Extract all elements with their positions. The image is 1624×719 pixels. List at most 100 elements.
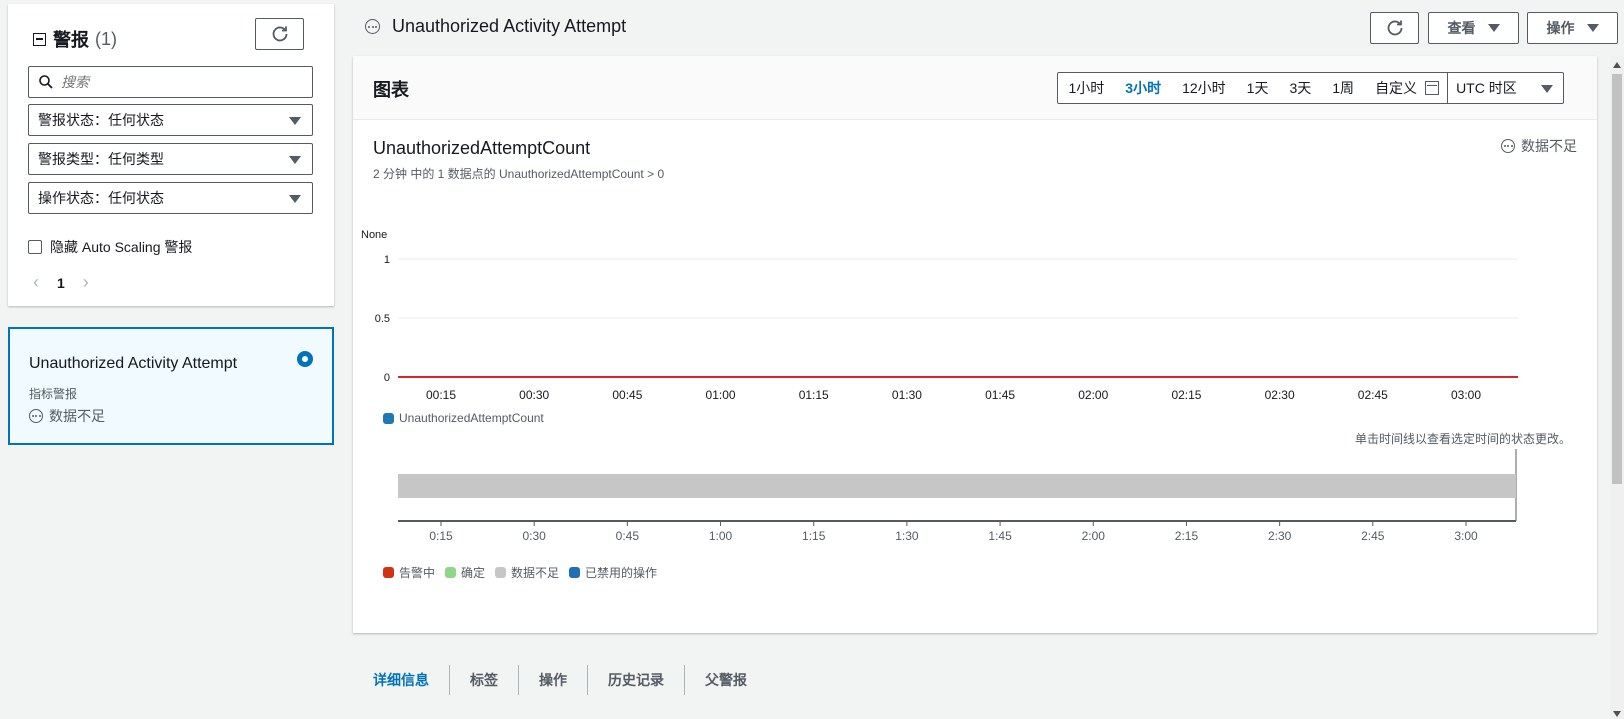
legend-swatch [383,567,394,578]
timeline-tick-label: 0:15 [429,529,453,543]
page-number[interactable]: 1 [57,275,65,291]
x-tick-label: 00:30 [519,388,549,402]
alarm-card-state-label: 数据不足 [49,408,105,424]
search-field[interactable] [28,66,313,98]
pagination: ‹ 1 › [33,272,89,293]
y-axis-unit-label: None [361,229,387,241]
scroll-up-icon[interactable] [1613,62,1621,68]
tab-history[interactable]: 历史记录 [588,665,685,695]
tab-actions[interactable]: 操作 [519,665,588,695]
scroll-down-icon[interactable] [1613,711,1621,717]
tab-details[interactable]: 详细信息 [353,665,450,695]
insufficient-data-icon [1501,139,1515,153]
timeline-tick-label: 0:45 [616,529,640,543]
dropdown-arrow-icon [289,156,301,164]
range-3d[interactable]: 3天 [1279,78,1322,98]
metric-title: UnauthorizedAttemptCount [373,138,591,158]
alarm-state-filter-label: 警报状态：任何状态 [38,112,164,128]
metric-state-label: 数据不足 [1521,138,1577,154]
page-title: Unauthorized Activity Attempt [392,16,627,36]
alarm-type-filter[interactable]: 警报类型：任何类型 [28,143,313,175]
dropdown-arrow-icon [289,195,301,203]
timeline-tick-label: 3:00 [1454,529,1478,543]
timeline-hint: 单击时间线以查看选定时间的状态更改。 [1354,432,1571,446]
dropdown-arrow-icon [289,117,301,125]
timeline-tick-label: 1:15 [802,529,826,543]
x-tick-label: 01:15 [799,388,829,402]
refresh-button[interactable] [1370,12,1419,44]
alarms-count: (1) [95,28,117,49]
scroll-thumb[interactable] [1612,74,1622,484]
timeline-legend-label: 数据不足 [511,566,560,580]
alarm-card[interactable]: Unauthorized Activity Attempt 指标警报 数据不足 [8,327,334,445]
chart-panel-header: 图表 1小时 3小时 12小时 1天 3天 1周 自定义 UTC 时区 [353,56,1597,120]
hide-autoscaling-checkbox[interactable] [28,240,42,254]
timeline-legend-item: 确定 [445,564,485,581]
timeline-segment-insufficient-data [398,474,1516,498]
refresh-icon [1387,20,1402,36]
chart-panel-title: 图表 [373,80,409,100]
state-timeline-chart[interactable]: 0:15 0:30 0:45 1:00 1:15 1:30 1:45 2:00 2:15 2:30… [353,446,1597,551]
search-icon [39,75,53,89]
x-tick-label: 01:30 [892,388,922,402]
alarm-select-radio[interactable] [297,351,313,367]
page-scrollbar[interactable] [1610,56,1624,719]
x-tick-label: 03:00 [1451,388,1481,402]
legend-item[interactable]: UnauthorizedAttemptCount [383,411,544,425]
time-range-selector: 1小时 3小时 12小时 1天 3天 1周 自定义 UTC 时区 [1057,72,1565,104]
view-dropdown-button[interactable]: 查看 [1428,12,1519,44]
y-tick-label: 1 [384,254,390,266]
x-tick-label: 01:00 [706,388,736,402]
x-tick-label: 00:15 [426,388,456,402]
tab-tags[interactable]: 标签 [450,665,519,695]
refresh-alarms-button[interactable] [255,18,304,50]
x-tick-label: 00:45 [612,388,642,402]
x-tick-label: 02:00 [1078,388,1108,402]
timezone-label: UTC 时区 [1456,80,1517,96]
range-12h[interactable]: 12小时 [1172,78,1237,98]
timezone-select[interactable]: UTC 时区 [1447,73,1563,103]
alarm-state-filter[interactable]: 警报状态：任何状态 [28,104,313,136]
timeline-tick-label: 1:30 [895,529,919,543]
insufficient-data-icon [29,409,43,423]
actions-dropdown-button[interactable]: 操作 [1527,12,1618,44]
timeline-legend-label: 确定 [461,566,486,580]
timeline-tick-label: 2:15 [1175,529,1199,543]
refresh-icon [272,26,287,42]
x-tick-label: 02:15 [1171,388,1201,402]
tab-parent-alarms[interactable]: 父警报 [685,665,767,695]
chevron-left-icon[interactable]: ‹ [33,272,39,293]
caret-down-icon [1586,24,1599,32]
range-3h[interactable]: 3小时 [1115,78,1172,98]
chevron-right-icon[interactable]: › [83,272,89,293]
legend-swatch [569,567,581,578]
collapse-icon[interactable] [33,32,46,46]
range-1d[interactable]: 1天 [1236,78,1279,98]
x-tick-label: 02:30 [1265,388,1295,402]
action-state-filter[interactable]: 操作状态：任何状态 [28,182,313,214]
hide-autoscaling-label: 隐藏 Auto Scaling 警报 [50,239,193,255]
metric-line-chart[interactable]: None 1 0.5 0 00:15 00:30 00:45 01:00 01:15 01:30 0… [353,226,1597,426]
timeline-tick-label: 2:00 [1082,529,1106,543]
legend-series-label: UnauthorizedAttemptCount [399,411,544,425]
detail-tabs: 详细信息 标签 操作 历史记录 父警报 [353,664,767,696]
y-tick-label: 0.5 [375,313,390,325]
legend-swatch [383,412,394,424]
legend-swatch [495,567,507,578]
chart-panel: 图表 1小时 3小时 12小时 1天 3天 1周 自定义 UTC 时区 Unau… [353,56,1597,633]
insufficient-data-icon [365,19,380,34]
timeline-tick-label: 1:45 [988,529,1012,543]
alarm-type-filter-label: 警报类型：任何类型 [38,151,164,167]
metric-state: 数据不足 [1501,136,1577,156]
legend-swatch [445,567,457,578]
timeline-legend: 告警中 确定 数据不足 已禁用的操作 [383,564,667,581]
alarms-header: 警报 (1) [33,26,117,52]
search-input[interactable] [61,74,291,90]
actions-label: 操作 [1546,20,1575,36]
timeline-tick-label: 2:30 [1268,529,1292,543]
timeline-tick-label: 1:00 [709,529,733,543]
range-1w[interactable]: 1周 [1322,78,1365,98]
range-1h[interactable]: 1小时 [1058,78,1115,98]
range-custom[interactable]: 自定义 [1365,78,1426,98]
calendar-icon[interactable] [1425,81,1440,95]
